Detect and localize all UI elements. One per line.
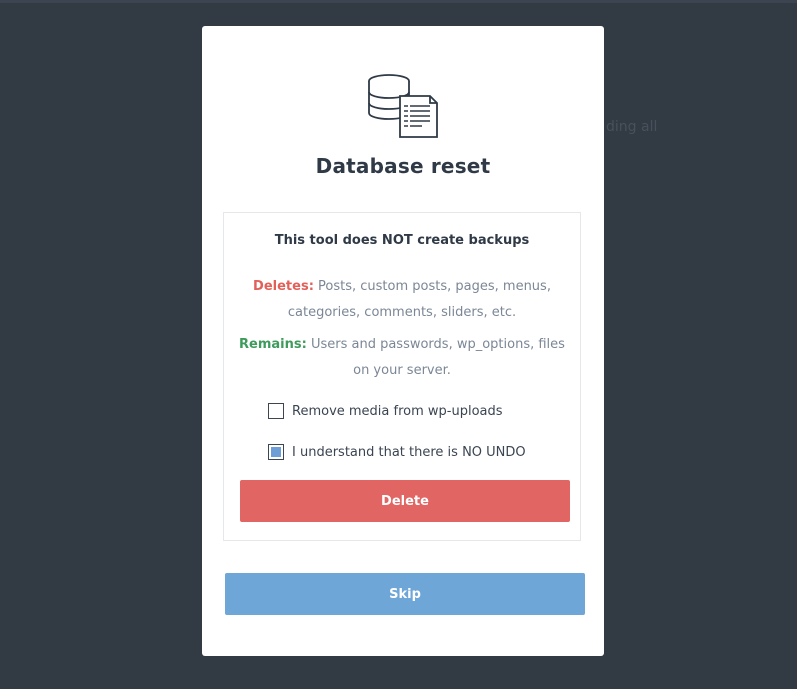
remains-description: Remains: Users and passwords, wp_options… <box>234 332 570 384</box>
no-undo-label[interactable]: I understand that there is NO UNDO <box>292 445 526 460</box>
background-text: ding all <box>606 119 658 135</box>
deletes-label: Deletes: <box>253 279 314 294</box>
backup-warning-heading: This tool does NOT create backups <box>274 233 530 248</box>
top-border <box>0 0 797 3</box>
deletes-text: Posts, custom posts, pages, menus, categ… <box>287 279 551 320</box>
no-undo-option[interactable]: I understand that there is NO UNDO <box>268 443 526 461</box>
deletes-description: Deletes: Posts, custom posts, pages, men… <box>234 274 570 326</box>
remains-text: Users and passwords, wp_options, files o… <box>306 337 565 378</box>
no-undo-checkbox[interactable] <box>268 444 284 460</box>
warning-panel: This tool does NOT create backups Delete… <box>223 212 581 541</box>
remove-media-option[interactable]: Remove media from wp-uploads <box>268 402 503 420</box>
remains-label: Remains: <box>239 337 307 352</box>
remove-media-checkbox[interactable] <box>268 403 284 419</box>
remove-media-label[interactable]: Remove media from wp-uploads <box>292 404 503 419</box>
skip-button[interactable]: Skip <box>225 573 585 615</box>
database-reset-dialog: Database reset This tool does NOT create… <box>202 26 604 656</box>
database-document-icon <box>368 74 438 138</box>
dialog-title: Database reset <box>315 154 491 178</box>
delete-button[interactable]: Delete <box>240 480 570 522</box>
